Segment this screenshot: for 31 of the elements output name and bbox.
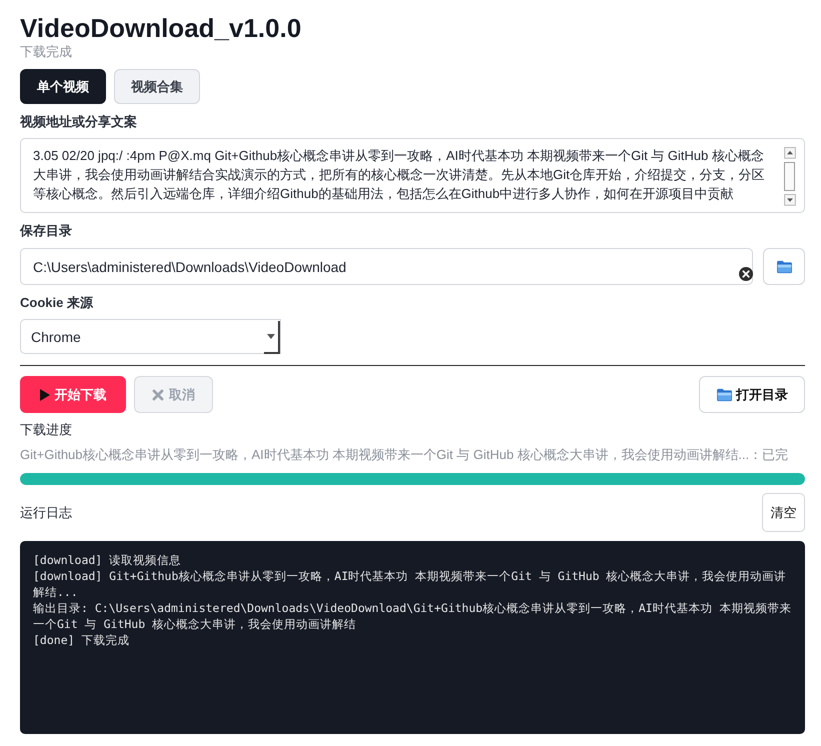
field-label: 保存目录 — [20, 222, 73, 239]
cross-icon — [152, 388, 164, 400]
folder-icon — [716, 388, 733, 402]
caret-icon — [264, 321, 280, 354]
section-label: 下载进度 — [20, 421, 73, 438]
section-label: 运行日志 — [20, 504, 72, 522]
scrollbar-thumb[interactable] — [784, 162, 795, 192]
status-text: 下载完成 — [20, 43, 73, 60]
scroll-down-icon[interactable] — [784, 194, 796, 206]
field-label: Cookie 来源 — [20, 294, 94, 311]
app-title: VideoDownload_v1.0.0 — [20, 13, 302, 43]
progress-text: Git+Github核心概念串讲从零到一攻略，AI时代基本功 本期视频带来一个Git 与 GitHub 核心概念大串讲，我会使用动画讲解结...：已完 — [20, 446, 790, 463]
start-download-button[interactable]: 开始下载 — [20, 376, 126, 413]
clear-log-button[interactable]: 清空 — [762, 493, 805, 532]
log-line: [download] 读取视频信息 — [33, 552, 182, 568]
save-directory-input[interactable]: C:\Users\administered\Downloads\VideoDownload — [20, 248, 753, 285]
scroll-up-icon[interactable] — [784, 147, 796, 159]
browse-folder-button[interactable] — [763, 248, 805, 285]
textarea-text: 3.05 02/20 jpq:/ :4pm P@X.mq Git+Github核心概念串讲从零到一攻略，AI时代基本功 本期视频带来一个Git 与 GitHub 核心概念大串讲，我会使用动画讲解结合实战演示的方式，把所有的核心概念一次讲清楚。先从本地Git仓库开始，介绍提交，分支，分区等核心概念。然后引入远端仓库，详细介绍Github的基础用法，包括怎么在Github中进行多人协作，如何在开源项目中贡献 — [33, 147, 766, 203]
cookie-source-select[interactable]: Chrome — [20, 319, 281, 354]
folder-icon — [776, 260, 792, 274]
field-label: 视频地址或分享文案 — [20, 113, 138, 130]
log-line: 输出目录: C:\Users\administered\Downloads\VideoDownload\Git+Github核心概念串讲从零到一攻略，AI时代基本功 本期视频带来一个Git 与 GitHub 核心概念大串讲，我会使用动画讲解结 — [33, 600, 792, 632]
log-line: [download] Git+Github核心概念串讲从零到一攻略，AI时代基本功 本期视频带来一个Git 与 GitHub 核心概念大串讲，我会使用动画讲解结... — [33, 568, 788, 600]
mode-tab[interactable]: 单个视频 — [20, 69, 106, 104]
open-folder-button[interactable]: 打开目录 — [699, 376, 805, 413]
log-line: [done] 下载完成 — [33, 632, 130, 648]
mode-tab[interactable]: 视频合集 — [114, 69, 200, 104]
url-textarea[interactable] — [20, 138, 805, 213]
clear-icon[interactable] — [739, 267, 753, 281]
play-icon — [40, 388, 50, 400]
